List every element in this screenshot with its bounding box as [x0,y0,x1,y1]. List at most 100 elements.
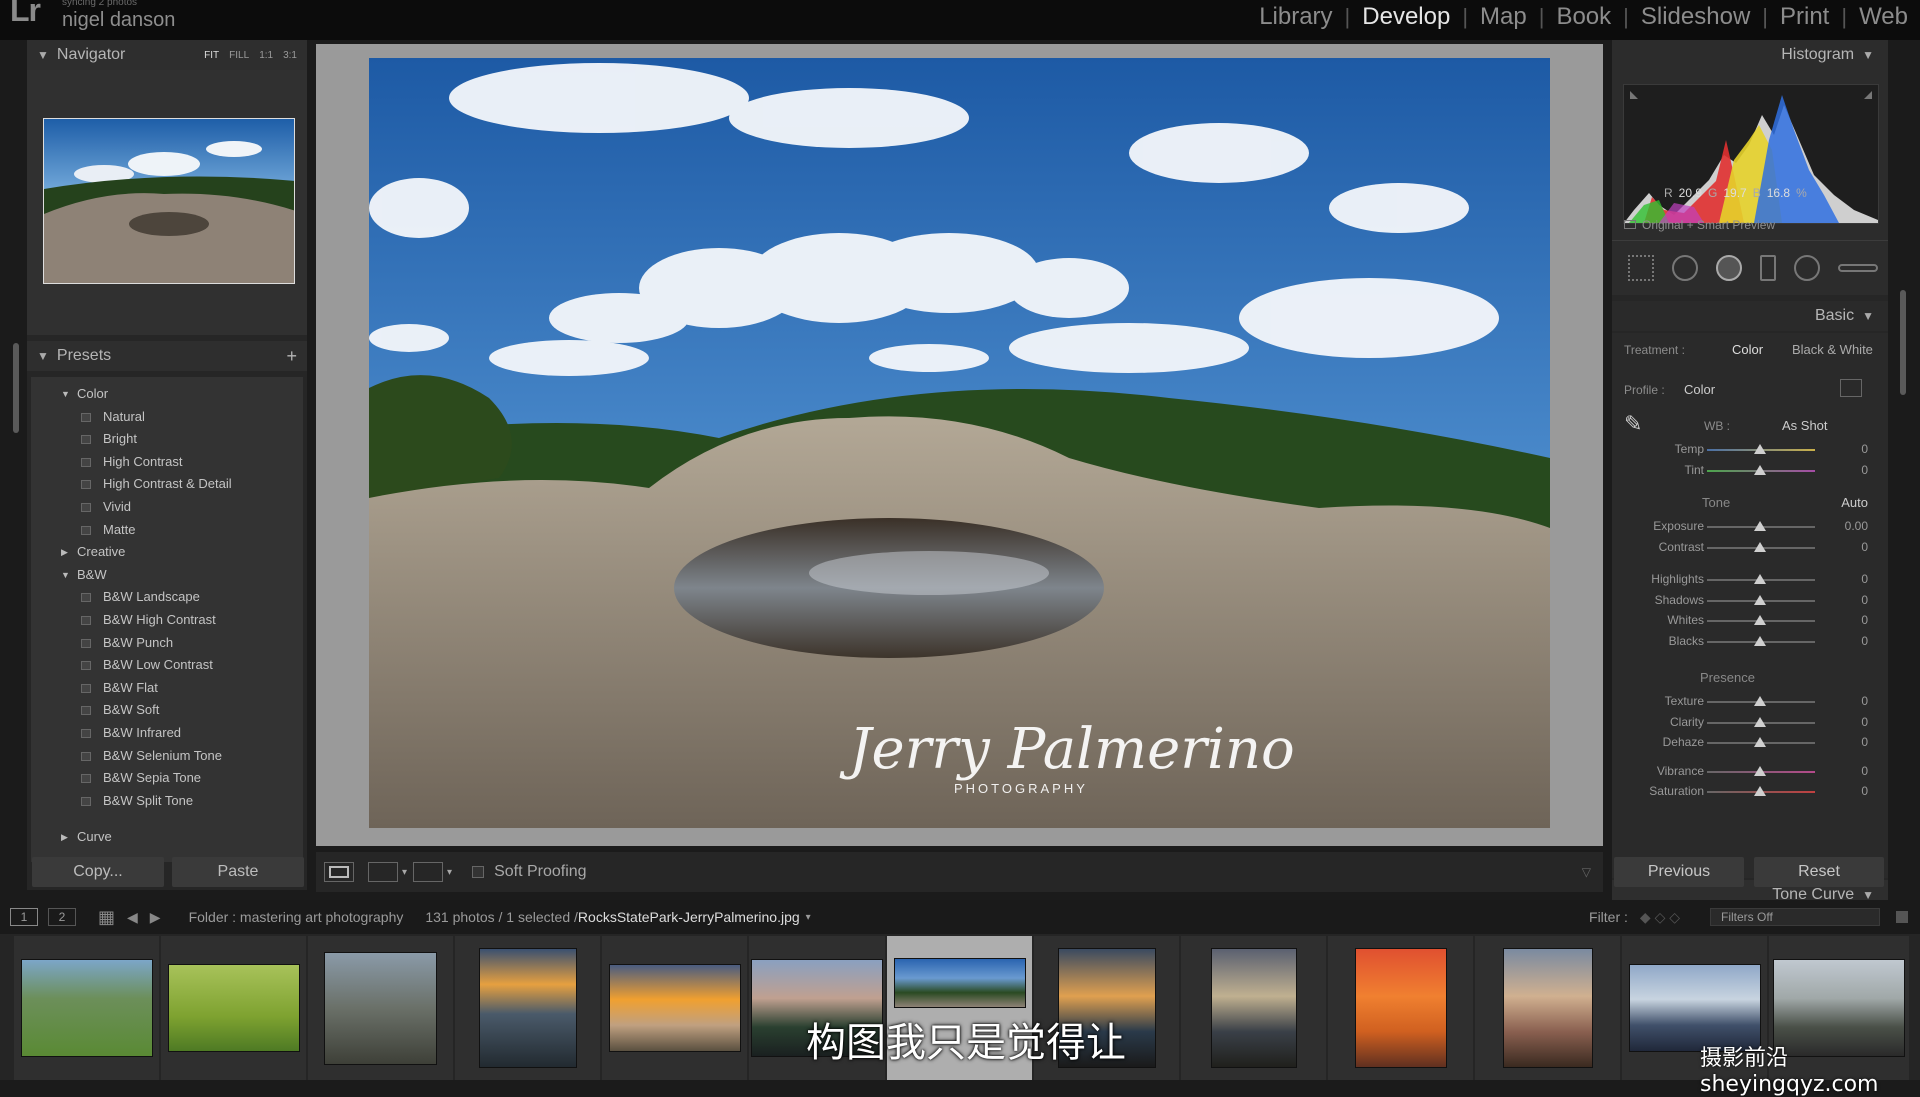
histogram-header[interactable]: Histogram ▼ [1612,40,1888,70]
slider-knob[interactable] [1754,635,1766,646]
preset-item[interactable]: Bright [31,428,303,451]
slider-knob[interactable] [1754,696,1766,706]
preset-item[interactable]: Vivid [31,496,303,519]
chevron-down-icon[interactable]: ▾ [402,867,407,878]
filmstrip-thumb[interactable] [1475,936,1620,1080]
slider-vibrance[interactable]: Vibrance 0 [1612,761,1888,782]
preset-item[interactable]: B&W Flat [31,677,303,700]
previous-button[interactable]: Previous [1614,857,1744,887]
presets-header[interactable]: ▼ Presets + [27,341,307,371]
preset-item[interactable]: B&W Landscape [31,586,303,609]
preset-item[interactable]: Natural [31,406,303,429]
chevron-down-icon[interactable]: ▾ [806,912,811,923]
module-library[interactable]: Library [1247,3,1344,31]
filmstrip-thumb[interactable] [1181,936,1326,1080]
slider-blacks[interactable]: Blacks 0 [1612,631,1888,652]
slider-knob[interactable] [1754,716,1766,727]
module-book[interactable]: Book [1544,3,1623,31]
preset-group-bw[interactable]: ▼ B&W [31,564,303,587]
module-web[interactable]: Web [1847,3,1920,31]
slider-knob[interactable] [1754,737,1766,747]
preset-item[interactable]: B&W Infrared [31,722,303,745]
preset-item[interactable]: B&W Selenium Tone [31,745,303,768]
filmstrip-thumb[interactable] [308,936,453,1080]
left-panel-scrollbar[interactable] [13,343,19,433]
zoom-fill[interactable]: FILL [229,50,249,61]
zoom-3-1[interactable]: 3:1 [283,50,297,61]
red-eye-icon[interactable] [1716,255,1742,281]
paste-settings-button[interactable]: Paste [172,857,304,887]
preset-item[interactable]: High Contrast [31,451,303,474]
slider-tint[interactable]: Tint 0 [1612,460,1888,481]
filmstrip-thumb[interactable] [1328,936,1473,1080]
module-develop[interactable]: Develop [1350,3,1462,31]
zoom-fit[interactable]: FIT [204,50,219,61]
wb-eyedropper-icon[interactable]: ✎ [1624,411,1642,437]
slider-clarity[interactable]: Clarity 0 [1612,712,1888,733]
slider-contrast[interactable]: Contrast 0 [1612,537,1888,558]
preset-item[interactable]: B&W Split Tone [31,790,303,813]
crop-tool-icon[interactable] [1628,255,1654,281]
navigator-header[interactable]: ▼ Navigator FIT FILL 1:1 3:1 [27,40,307,70]
main-photo[interactable]: Jerry Palmerino PHOTOGRAPHY [369,58,1550,828]
filter-flags-icon[interactable]: ◆ ◇ ◇ [1640,909,1680,926]
filter-select[interactable]: Filters Off [1710,908,1880,926]
slider-knob[interactable] [1754,464,1766,475]
forward-arrow-icon[interactable]: ▶ [150,909,161,926]
preset-item[interactable]: B&W Soft [31,699,303,722]
before-after-icon[interactable] [368,862,398,882]
profile-browser-icon[interactable] [1840,379,1862,397]
preset-item[interactable]: High Contrast & Detail [31,473,303,496]
preset-item[interactable]: B&W Punch [31,632,303,655]
loupe-view-icon[interactable] [324,862,354,882]
copy-settings-button[interactable]: Copy... [32,857,164,887]
filmstrip-thumb[interactable] [602,936,747,1080]
histogram-graph[interactable] [1623,84,1879,224]
auto-tone-button[interactable]: Auto [1841,490,1868,516]
collapse-triangle-icon[interactable]: ▼ [37,349,49,363]
toolbar-menu-chevron-icon[interactable]: ▽ [1582,865,1591,879]
treatment-color-option[interactable]: Color [1732,342,1763,357]
slider-highlights[interactable]: Highlights 0 [1612,569,1888,590]
slider-knob[interactable] [1754,786,1766,796]
shadow-clipping-icon[interactable] [1630,91,1638,99]
filter-lock-icon[interactable] [1896,911,1908,923]
zoom-1-1[interactable]: 1:1 [259,50,273,61]
slider-knob[interactable] [1754,574,1766,584]
filmstrip-thumb[interactable] [14,936,159,1080]
navigator-thumbnail[interactable] [43,118,295,284]
back-arrow-icon[interactable]: ◀ [127,909,138,926]
slider-knob[interactable] [1754,521,1766,531]
main-window-button[interactable]: 1 [10,908,38,926]
treatment-bw-option[interactable]: Black & White [1792,342,1873,357]
spot-removal-icon[interactable] [1672,255,1698,281]
preset-group-creative[interactable]: ▶ Creative [31,541,303,564]
preset-item[interactable]: Matte [31,519,303,542]
slider-whites[interactable]: Whites 0 [1612,610,1888,631]
basic-header[interactable]: Basic ▼ [1612,301,1888,331]
collapse-triangle-icon[interactable]: ▼ [37,48,49,62]
slider-knob[interactable] [1754,765,1766,776]
profile-select[interactable]: Color [1684,382,1715,397]
slider-knob[interactable] [1754,615,1766,625]
slider-knob[interactable] [1754,541,1766,552]
module-map[interactable]: Map [1468,3,1539,31]
chevron-down-icon[interactable]: ▾ [447,867,452,878]
slider-shadows[interactable]: Shadows 0 [1612,590,1888,611]
preset-group-color[interactable]: ▼ Color [31,383,303,406]
soft-proofing-checkbox[interactable] [472,866,485,878]
collapse-triangle-icon[interactable]: ▼ [1862,309,1874,323]
reset-button[interactable]: Reset [1754,857,1884,887]
slider-dehaze[interactable]: Dehaze 0 [1612,732,1888,753]
highlight-clipping-icon[interactable] [1864,91,1872,99]
collapse-triangle-icon[interactable]: ▼ [1862,48,1874,62]
before-after-yy-icon[interactable] [413,862,444,882]
slider-exposure[interactable]: Exposure 0.00 [1612,516,1888,537]
slider-texture[interactable]: Texture 0 [1612,691,1888,712]
slider-knob[interactable] [1754,444,1766,454]
adjustment-brush-icon[interactable] [1838,264,1878,272]
module-slideshow[interactable]: Slideshow [1629,3,1762,31]
preset-group-curve[interactable]: ▶ Curve [31,826,303,849]
current-filename[interactable]: RocksStatePark-JerryPalmerino.jpg [578,909,800,925]
slider-temp[interactable]: Temp 0 [1612,439,1888,460]
